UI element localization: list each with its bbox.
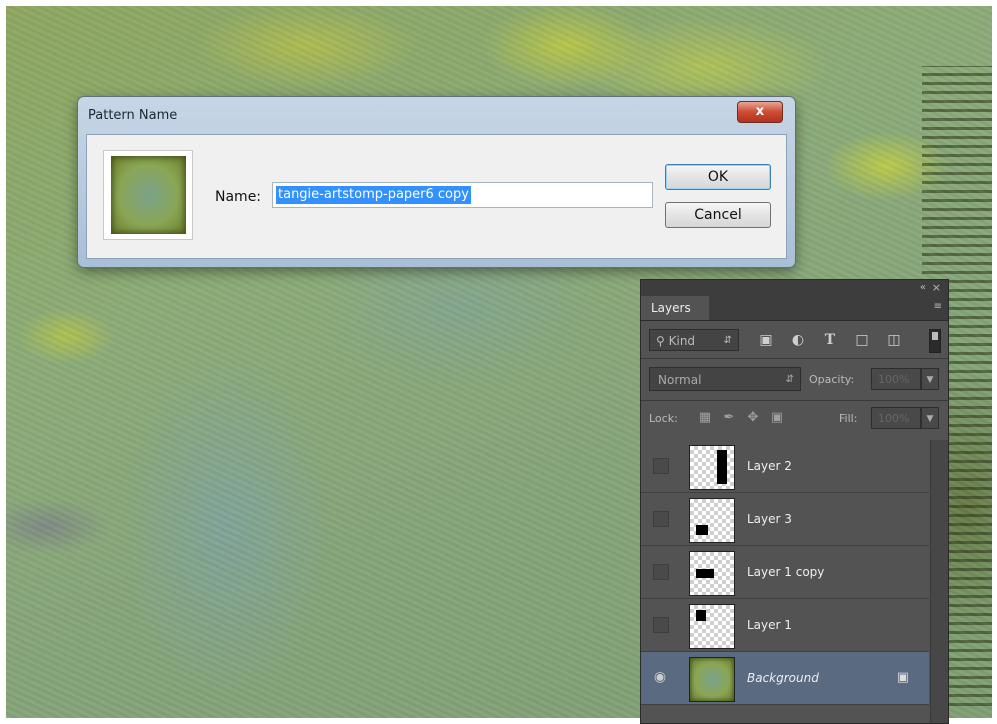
- close-button[interactable]: x: [737, 101, 783, 123]
- opacity-label: Opacity:: [809, 373, 855, 386]
- lock-all-icon[interactable]: ▣: [769, 410, 785, 426]
- ok-button[interactable]: OK: [665, 164, 771, 190]
- image-filter-icon[interactable]: ▣: [757, 331, 775, 349]
- filter-kind-select[interactable]: ⚲ Kind ⇵: [649, 329, 739, 351]
- lock-transparency-icon[interactable]: ▦: [697, 410, 713, 426]
- dialog-body: Name: tangie-artstomp-paper6 copy OK Can…: [86, 134, 787, 259]
- filter-kind-label: Kind: [668, 334, 696, 348]
- layer-name: Background: [747, 671, 819, 685]
- tab-layers[interactable]: Layers: [641, 296, 709, 320]
- layer-row[interactable]: Layer 1: [641, 599, 929, 652]
- eye-icon[interactable]: ◉: [651, 668, 669, 686]
- cancel-button[interactable]: Cancel: [665, 202, 771, 228]
- shape-filter-icon[interactable]: □: [853, 331, 871, 349]
- opacity-input[interactable]: 100%: [871, 368, 921, 390]
- dialog-title: Pattern Name: [88, 108, 178, 123]
- visibility-toggle[interactable]: [653, 458, 669, 474]
- chevron-updown-icon: ⇵: [723, 335, 732, 346]
- pattern-preview-image: [111, 156, 186, 234]
- pattern-preview: [103, 150, 193, 240]
- type-filter-icon[interactable]: T: [821, 331, 839, 349]
- search-icon: ⚲: [656, 334, 665, 348]
- pattern-name-dialog: Pattern Name x Name: tangie-artstomp-pap…: [78, 97, 795, 267]
- layer-row[interactable]: Layer 3: [641, 493, 929, 546]
- lock-label: Lock:: [649, 412, 678, 425]
- divider: [641, 400, 948, 401]
- divider: [641, 358, 948, 359]
- layers-panel: « × Layers ≡ ⚲ Kind ⇵ ▣ ◐ T □ ◫ Normal ⇵…: [640, 279, 949, 724]
- layer-name: Layer 1 copy: [747, 565, 825, 579]
- close-icon[interactable]: ×: [932, 281, 941, 294]
- filter-toggle[interactable]: [929, 329, 941, 353]
- lock-image-brush-icon[interactable]: ✒: [721, 410, 737, 426]
- layer-thumbnail: [689, 604, 735, 649]
- panel-tabbar: Layers ≡: [641, 296, 948, 321]
- collapse-icon[interactable]: «: [920, 282, 926, 293]
- layer-thumbnail: [689, 551, 735, 596]
- panel-menu-icon[interactable]: ≡: [934, 301, 942, 312]
- smart-object-filter-icon[interactable]: ◫: [885, 331, 903, 349]
- visibility-toggle[interactable]: [653, 617, 669, 633]
- fill-input[interactable]: 100%: [871, 407, 921, 429]
- layer-thumbnail: [689, 657, 735, 702]
- visibility-toggle[interactable]: [653, 511, 669, 527]
- fill-dropdown-icon[interactable]: ▼: [921, 407, 939, 429]
- layer-row[interactable]: Layer 1 copy: [641, 546, 929, 599]
- opacity-dropdown-icon[interactable]: ▼: [921, 368, 939, 390]
- pattern-name-value: tangie-artstomp-paper6 copy: [276, 186, 471, 204]
- fill-label: Fill:: [839, 412, 858, 425]
- layer-row[interactable]: Layer 2: [641, 440, 929, 493]
- adjustment-filter-icon[interactable]: ◐: [789, 331, 807, 349]
- layer-thumbnail: [689, 498, 735, 543]
- lock-icon: ▣: [896, 670, 909, 685]
- layer-name: Layer 2: [747, 459, 792, 473]
- visibility-toggle[interactable]: [653, 564, 669, 580]
- layer-row-background[interactable]: ◉ Background ▣: [641, 652, 929, 705]
- blend-mode-select[interactable]: Normal ⇵: [649, 367, 801, 391]
- chevron-updown-icon: ⇵: [785, 374, 794, 385]
- layer-thumbnail: [689, 445, 735, 490]
- pattern-name-input[interactable]: tangie-artstomp-paper6 copy: [272, 182, 653, 208]
- blend-mode-value: Normal: [658, 373, 702, 387]
- layer-name: Layer 3: [747, 512, 792, 526]
- layer-name: Layer 1: [747, 618, 792, 632]
- panel-header: « ×: [641, 280, 948, 296]
- name-label: Name:: [215, 189, 262, 205]
- layers-scrollbar[interactable]: [930, 440, 948, 723]
- lock-position-icon[interactable]: ✥: [745, 410, 761, 426]
